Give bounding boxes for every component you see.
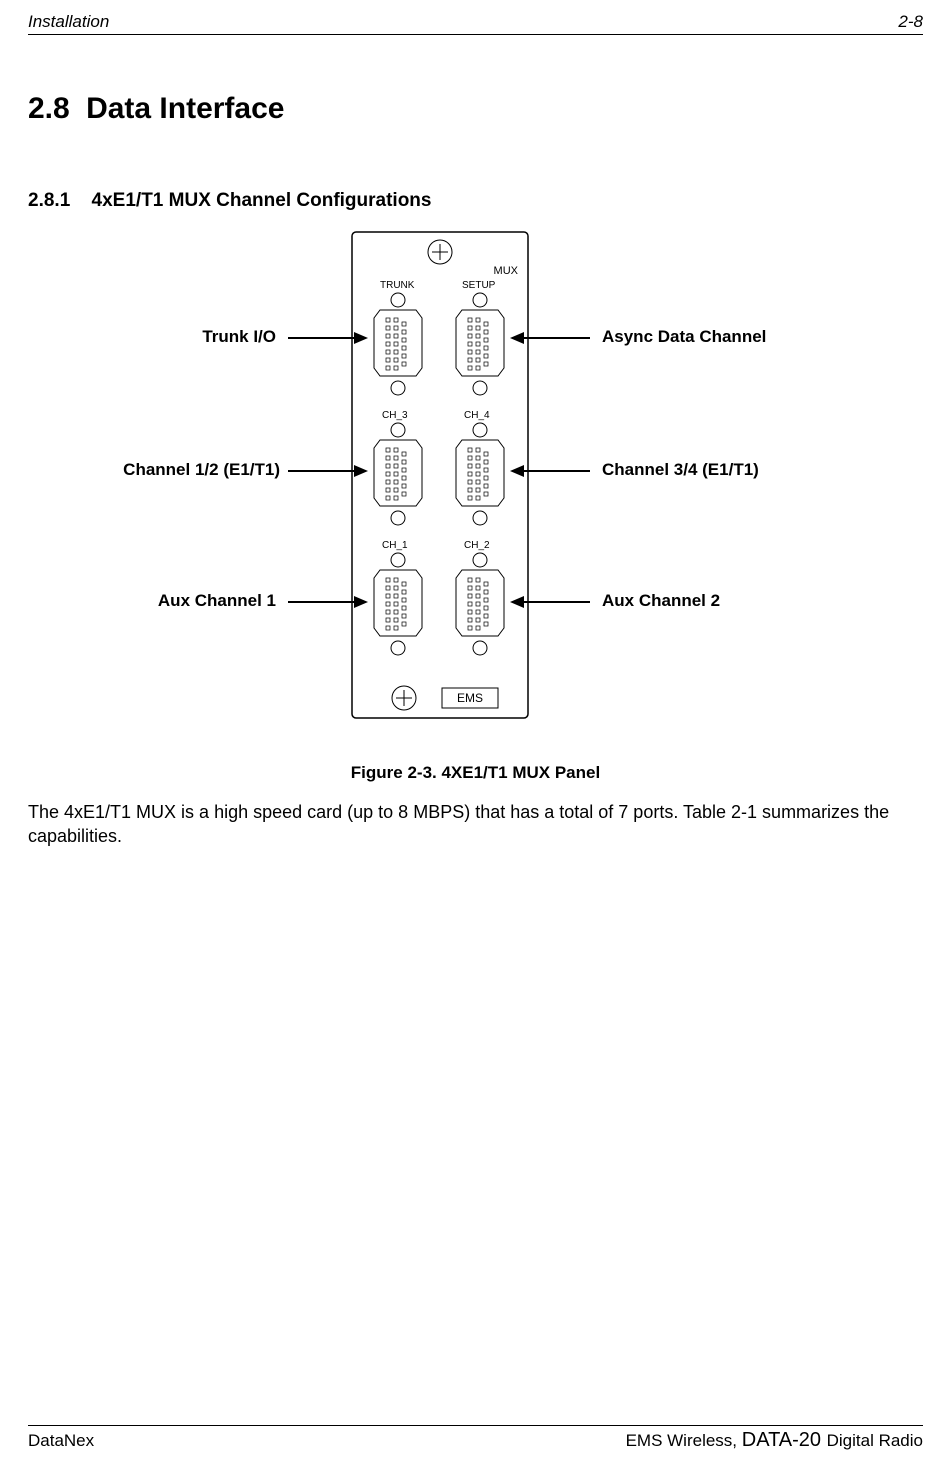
arrow-left-icon (510, 594, 590, 610)
callout-async: Async Data Channel (602, 327, 766, 347)
figure-area: EMS MUX TRUNK SETUP (0, 230, 951, 750)
arrow-right-icon (288, 330, 368, 346)
section-title: Data Interface (86, 92, 284, 125)
callout-ch12: Channel 1/2 (E1/T1) (110, 460, 280, 480)
header-page-number: 2-8 (898, 12, 923, 32)
port-label-mr: CH_4 (464, 410, 490, 421)
figure-caption: Figure 2-3. 4XE1/T1 MUX Panel (0, 763, 951, 783)
arrow-right-icon (288, 594, 368, 610)
arrow-left-icon (510, 463, 590, 479)
footer-right: EMS Wireless, DATA-20 Digital Radio (626, 1429, 923, 1452)
callout-aux1: Aux Channel 1 (146, 591, 276, 611)
footer-rule (28, 1425, 923, 1426)
section-heading: 2.8 Data Interface (28, 92, 284, 126)
header-rule (28, 34, 923, 35)
callout-ch34: Channel 3/4 (E1/T1) (602, 460, 759, 480)
mux-panel-diagram: EMS MUX TRUNK SETUP (350, 230, 530, 720)
arrow-right-icon (288, 463, 368, 479)
page: Installation 2-8 2.8 Data Interface 2.8.… (0, 0, 951, 1470)
subsection-heading: 2.8.1 4xE1/T1 MUX Channel Configurations (28, 190, 431, 212)
callout-trunk: Trunk I/O (186, 327, 276, 347)
port-label-tl: TRUNK (380, 280, 415, 291)
footer-right-product: DATA-20 (742, 1429, 827, 1451)
panel-mux-label: MUX (494, 265, 519, 277)
section-number: 2.8 (28, 92, 70, 125)
port-label-ml: CH_3 (382, 410, 408, 421)
header-left: Installation (28, 12, 109, 32)
subsection-title: 4xE1/T1 MUX Channel Configurations (92, 190, 432, 211)
body-paragraph: The 4xE1/T1 MUX is a high speed card (up… (28, 800, 923, 849)
footer-right-suffix: Digital Radio (827, 1431, 923, 1450)
subsection-number: 2.8.1 (28, 190, 70, 211)
callout-aux2: Aux Channel 2 (602, 591, 720, 611)
running-footer: DataNex EMS Wireless, DATA-20 Digital Ra… (28, 1429, 923, 1452)
footer-right-prefix: EMS Wireless, (626, 1431, 742, 1450)
running-header: Installation 2-8 (28, 12, 923, 32)
port-label-br: CH_2 (464, 540, 490, 551)
arrow-left-icon (510, 330, 590, 346)
port-label-bl: CH_1 (382, 540, 408, 551)
port-label-tr: SETUP (462, 280, 496, 291)
ems-label: EMS (457, 691, 483, 705)
footer-left: DataNex (28, 1431, 94, 1451)
